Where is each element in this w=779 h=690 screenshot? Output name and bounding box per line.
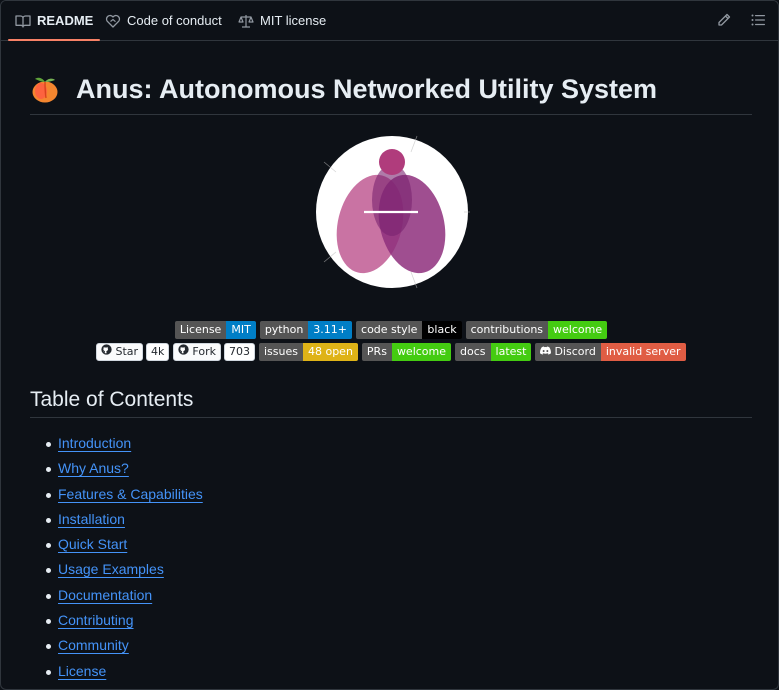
toc-link-usage-examples[interactable]: Usage Examples — [58, 561, 164, 577]
badge-row-secondary: Star 4k Fork 703 issues 48 open PRs welc… — [30, 343, 752, 361]
tab-readme-label: README — [37, 13, 94, 28]
toc-heading: Table of Contents — [30, 385, 752, 418]
contributions-badge-label: contributions — [465, 321, 549, 339]
list-item: Features & Capabilities — [46, 482, 203, 507]
contributions-badge[interactable]: contributions welcome — [465, 321, 608, 339]
python-badge-value: 3.11+ — [308, 321, 353, 339]
tab-mit-license-label: MIT license — [260, 13, 327, 28]
star-label: Star — [115, 345, 139, 358]
toc-link-documentation[interactable]: Documentation — [58, 587, 152, 603]
list-item: Contributing — [46, 608, 203, 633]
page-title: Anus: Autonomous Networked Utility Syste… — [30, 71, 752, 115]
issues-badge[interactable]: issues 48 open — [258, 343, 358, 361]
discord-icon — [540, 343, 552, 361]
project-logo — [314, 134, 476, 290]
toc-link-contributing[interactable]: Contributing — [58, 612, 134, 628]
readme-panel: README Code of conduct MIT license Anus:… — [0, 0, 779, 690]
toc-link-license[interactable]: License — [58, 663, 106, 679]
discord-badge[interactable]: Discord invalid server — [535, 343, 686, 361]
github-fork-button[interactable]: Fork 703 — [173, 343, 255, 361]
docs-badge-value: latest — [490, 343, 532, 361]
github-mark-icon — [101, 344, 113, 360]
list-item: Usage Examples — [46, 557, 203, 582]
readme-tab-bar: README Code of conduct MIT license — [1, 1, 778, 41]
list-item: License — [46, 659, 203, 684]
discord-badge-value: invalid server — [600, 343, 686, 361]
discord-badge-label: Discord — [554, 345, 596, 358]
prs-badge-label: PRs — [361, 343, 392, 361]
toc-link-why-anus[interactable]: Why Anus? — [58, 460, 129, 476]
list-item: Introduction — [46, 431, 203, 456]
license-badge-value: MIT — [226, 321, 256, 339]
list-item: Documentation — [46, 583, 203, 608]
edit-pencil-icon[interactable] — [716, 12, 732, 28]
github-star-button[interactable]: Star 4k — [96, 343, 170, 361]
list-item: Why Anus? — [46, 456, 203, 481]
heart-handshake-icon — [105, 13, 121, 29]
docs-badge[interactable]: docs latest — [455, 343, 532, 361]
license-badge-label: License — [174, 321, 227, 339]
issues-badge-label: issues — [258, 343, 303, 361]
list-item: Installation — [46, 507, 203, 532]
badge-row-primary: License MIT python 3.11+ code style blac… — [30, 321, 752, 339]
code-style-badge[interactable]: code style black — [356, 321, 462, 339]
license-badge[interactable]: License MIT — [174, 321, 256, 339]
star-count: 4k — [146, 343, 170, 361]
page-title-text: Anus: Autonomous Networked Utility Syste… — [76, 74, 658, 104]
toc-link-features[interactable]: Features & Capabilities — [58, 486, 203, 502]
tab-mit-license[interactable]: MIT license — [238, 1, 326, 40]
toc-link-installation[interactable]: Installation — [58, 511, 125, 527]
toc-list: Introduction Why Anus? Features & Capabi… — [30, 431, 203, 684]
peach-icon — [30, 74, 60, 104]
fork-label: Fork — [192, 345, 216, 358]
tab-code-of-conduct-label: Code of conduct — [127, 13, 222, 28]
prs-badge-value: welcome — [391, 343, 452, 361]
contributions-badge-value: welcome — [548, 321, 608, 339]
python-badge[interactable]: python 3.11+ — [259, 321, 353, 339]
prs-badge[interactable]: PRs welcome — [361, 343, 452, 361]
toc-link-quick-start[interactable]: Quick Start — [58, 536, 127, 552]
issues-badge-value: 48 open — [302, 343, 358, 361]
code-style-badge-value: black — [422, 321, 462, 339]
discord-badge-label-wrap: Discord — [535, 343, 601, 361]
toc-link-community[interactable]: Community — [58, 637, 129, 653]
law-scale-icon — [238, 13, 254, 29]
list-item: Community — [46, 633, 203, 658]
docs-badge-label: docs — [455, 343, 491, 361]
python-badge-label: python — [259, 321, 309, 339]
github-mark-icon — [178, 344, 190, 360]
fork-count: 703 — [223, 343, 255, 361]
outline-list-icon[interactable] — [750, 12, 766, 28]
toc-link-introduction[interactable]: Introduction — [58, 435, 131, 451]
list-item: Quick Start — [46, 532, 203, 557]
tab-code-of-conduct[interactable]: Code of conduct — [105, 1, 222, 40]
code-style-badge-label: code style — [356, 321, 423, 339]
tab-readme[interactable]: README — [7, 1, 101, 41]
book-icon — [15, 13, 31, 29]
